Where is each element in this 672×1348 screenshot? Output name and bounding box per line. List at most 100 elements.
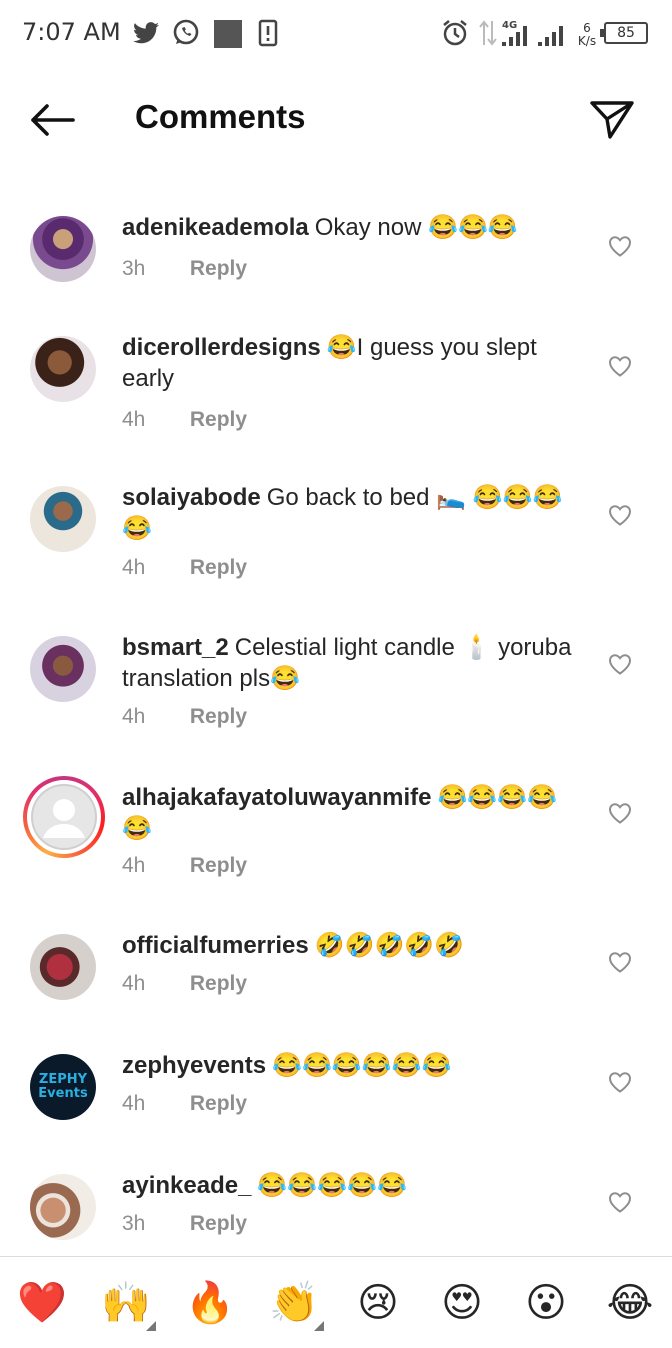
raised-hands-emoji: 🙌 — [101, 1280, 151, 1326]
avatar[interactable] — [30, 636, 96, 702]
skin-tone-indicator-icon — [146, 1321, 156, 1331]
signal-4g-icon: 4G — [500, 16, 534, 50]
reaction-raised-hands[interactable]: 🙌 — [96, 1275, 156, 1331]
reaction-heart[interactable]: ❤️ — [12, 1275, 72, 1331]
heart-outline-icon — [608, 356, 632, 377]
status-bar: 7:07 AM 4G 6 K/s 85 — [0, 0, 672, 68]
comment-body: alhajakafayatoluwayanmife 😂😂😂😂😂 — [122, 782, 582, 844]
comment-meta: 3h Reply — [122, 1212, 247, 1236]
like-button[interactable] — [604, 230, 636, 262]
battery-icon: 85 — [600, 22, 648, 44]
comment-body: adenikeademola Okay now 😂😂😂 — [122, 212, 582, 243]
avatar[interactable] — [30, 934, 96, 1000]
svg-text:4G: 4G — [502, 20, 517, 31]
reaction-heart-eyes[interactable]: 😍 — [432, 1275, 492, 1331]
reaction-cry[interactable]: 😢 — [348, 1275, 408, 1331]
like-button[interactable] — [604, 648, 636, 680]
comment-meta: 4h Reply — [122, 854, 247, 878]
comment-time: 4h — [122, 1092, 146, 1115]
comment-meta: 4h Reply — [122, 408, 247, 432]
reaction-clap[interactable]: 👏 — [264, 1275, 324, 1331]
status-time: 7:07 AM — [22, 18, 121, 46]
comment-meta: 4h Reply — [122, 556, 247, 580]
avatar[interactable] — [30, 1174, 96, 1240]
reaction-surprised[interactable]: 😮 — [516, 1275, 576, 1331]
reply-button[interactable]: Reply — [190, 408, 247, 431]
skin-tone-indicator-icon — [314, 1321, 324, 1331]
data-transfer-icon — [476, 16, 500, 50]
arrow-left-icon — [31, 104, 75, 136]
reaction-fire[interactable]: 🔥 — [180, 1275, 240, 1331]
page-title: Comments — [135, 98, 306, 135]
comment-username[interactable]: dicerollerdesigns — [122, 334, 321, 361]
reply-button[interactable]: Reply — [190, 556, 247, 579]
reply-button[interactable]: Reply — [190, 1212, 247, 1235]
like-button[interactable] — [604, 797, 636, 829]
send-icon — [590, 101, 634, 139]
comment-text: 😂😂😂😂😂 — [257, 1172, 407, 1199]
reaction-laugh[interactable]: 😂 — [600, 1275, 660, 1331]
like-button[interactable] — [604, 1066, 636, 1098]
comment-meta: 4h Reply — [122, 705, 247, 729]
avatar[interactable] — [30, 336, 96, 402]
heart-outline-icon — [608, 236, 632, 257]
comment-meta: 3h Reply — [122, 257, 247, 281]
comment-meta: 4h Reply — [122, 1092, 247, 1116]
comment-text: Okay now 😂😂😂 — [314, 214, 518, 241]
heart-outline-icon — [608, 654, 632, 675]
reply-button[interactable]: Reply — [190, 1092, 247, 1115]
comment-username[interactable]: alhajakafayatoluwayanmife — [122, 784, 431, 811]
header: Comments — [0, 68, 672, 172]
comment-username[interactable]: zephyevents — [122, 1052, 266, 1079]
comment-username[interactable]: ayinkeade_ — [122, 1172, 251, 1199]
comment-meta: 4h Reply — [122, 972, 247, 996]
zephy-logo: ZEPHY Events — [38, 1072, 88, 1101]
avatar[interactable]: ZEPHY Events — [30, 1054, 96, 1120]
comment-time: 4h — [122, 972, 146, 995]
comment-text: 😂😂😂😂😂😂 — [272, 1052, 452, 1079]
avatar[interactable] — [30, 216, 96, 282]
sim-alert-icon — [256, 16, 280, 50]
battery-level: 85 — [617, 25, 635, 41]
whatsapp-icon — [170, 16, 202, 50]
avatar[interactable] — [31, 784, 97, 850]
comment-time: 4h — [122, 408, 146, 431]
heart-outline-icon — [608, 1072, 632, 1093]
reply-button[interactable]: Reply — [190, 257, 247, 280]
comment-time: 4h — [122, 854, 146, 877]
comment-username[interactable]: adenikeademola — [122, 214, 309, 241]
alarm-icon — [440, 16, 470, 50]
reply-button[interactable]: Reply — [190, 972, 247, 995]
default-avatar-icon — [31, 784, 97, 850]
like-button[interactable] — [604, 946, 636, 978]
comment-time: 3h — [122, 257, 146, 280]
back-button[interactable] — [24, 98, 80, 142]
comment-body: zephyevents 😂😂😂😂😂😂 — [122, 1050, 582, 1081]
comment-body: solaiyabode Go back to bed 🛌 😂😂😂😂 — [122, 482, 582, 544]
heart-outline-icon — [608, 803, 632, 824]
comment-text: 🤣🤣🤣🤣🤣 — [314, 932, 465, 959]
story-ring[interactable] — [23, 776, 105, 858]
comment-body: dicerollerdesigns 😂I guess you slept earl… — [122, 332, 582, 394]
clap-emoji: 👏 — [269, 1280, 319, 1326]
comment-username[interactable]: officialfumerries — [122, 932, 309, 959]
comment-time: 4h — [122, 556, 146, 579]
like-button[interactable] — [604, 499, 636, 531]
like-button[interactable] — [604, 350, 636, 382]
heart-outline-icon — [608, 505, 632, 526]
comment-username[interactable]: solaiyabode — [122, 484, 261, 511]
comment-body: officialfumerries 🤣🤣🤣🤣🤣 — [122, 930, 582, 961]
network-speed: 6 K/s — [574, 18, 600, 52]
notification-square-icon — [214, 20, 242, 48]
like-button[interactable] — [604, 1186, 636, 1218]
reply-button[interactable]: Reply — [190, 854, 247, 877]
comment-body: ayinkeade_ 😂😂😂😂😂 — [122, 1170, 582, 1201]
avatar[interactable] — [30, 486, 96, 552]
comment-time: 3h — [122, 1212, 146, 1235]
heart-outline-icon — [608, 1192, 632, 1213]
comment-username[interactable]: bsmart_2 — [122, 634, 229, 661]
share-button[interactable] — [588, 96, 636, 144]
emoji-reaction-bar: ❤️ 🙌 🔥 👏 😢 😍 😮 😂 — [0, 1256, 672, 1348]
signal-icon — [536, 16, 570, 50]
reply-button[interactable]: Reply — [190, 705, 247, 728]
